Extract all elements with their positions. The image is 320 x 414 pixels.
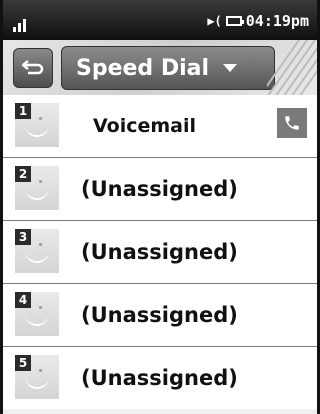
list-item[interactable]: 1 Voicemail	[3, 95, 317, 158]
entry-label: (Unassigned)	[81, 240, 238, 264]
phone-screen: ▶( 04:19pm Speed Dial 1 Voicemail 2 (Una…	[0, 0, 320, 414]
contact-avatar: 3	[15, 229, 59, 273]
battery-icon	[225, 16, 244, 26]
vibrate-icon: ▶(	[207, 14, 222, 28]
entry-label: (Unassigned)	[81, 366, 238, 390]
signal-icon	[11, 10, 33, 32]
list-item[interactable]: 2 (Unassigned)	[3, 158, 317, 221]
entry-label: (Unassigned)	[81, 303, 238, 327]
speed-dial-dropdown[interactable]: Speed Dial	[61, 46, 275, 90]
list-item[interactable]: 3 (Unassigned)	[3, 221, 317, 284]
back-button[interactable]	[13, 48, 53, 88]
contact-avatar: 1	[15, 103, 59, 147]
chevron-down-icon	[223, 64, 238, 72]
slot-number: 2	[15, 166, 31, 182]
call-button[interactable]	[277, 108, 307, 138]
status-right: ▶( 04:19pm	[207, 12, 309, 30]
status-bar: ▶( 04:19pm	[3, 0, 317, 40]
contact-avatar: 5	[15, 355, 59, 399]
phone-icon	[285, 116, 299, 130]
slot-number: 1	[15, 103, 31, 119]
slot-number: 3	[15, 229, 31, 245]
entry-label: Voicemail	[93, 115, 197, 137]
header-bar: Speed Dial	[3, 40, 317, 96]
list-item[interactable]: 4 (Unassigned)	[3, 284, 317, 347]
speed-dial-list: 1 Voicemail 2 (Unassigned) 3 (Unassigned…	[3, 95, 317, 410]
header-decoration	[267, 40, 317, 95]
contact-avatar: 4	[15, 292, 59, 336]
slot-number: 5	[15, 355, 31, 371]
entry-label: (Unassigned)	[81, 177, 238, 201]
list-item[interactable]: 5 (Unassigned)	[3, 347, 317, 410]
list-bottom-edge	[3, 409, 317, 414]
back-arrow-icon	[22, 60, 44, 75]
page-title: Speed Dial	[76, 55, 210, 81]
slot-number: 4	[15, 292, 31, 308]
contact-avatar: 2	[15, 166, 59, 210]
clock-text: 04:19pm	[245, 12, 309, 30]
